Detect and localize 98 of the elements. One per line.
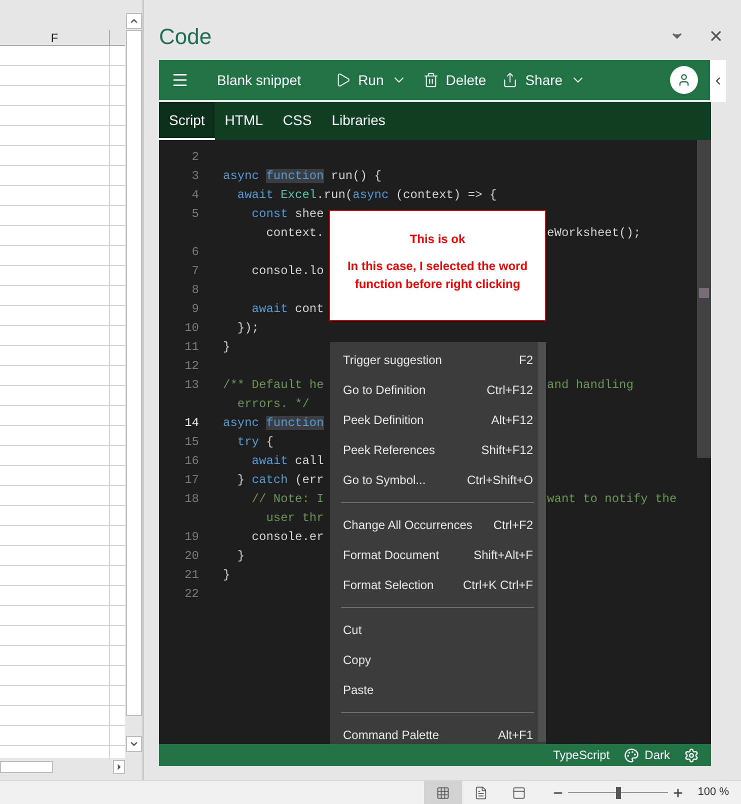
line-number: 8	[192, 283, 199, 297]
cell-grid[interactable]	[0, 46, 125, 758]
horizontal-scroll-thumb[interactable]	[0, 761, 53, 773]
line-number: 14	[184, 416, 199, 430]
menu-item[interactable]: Peek Definition Alt+F12	[343, 405, 536, 435]
code-line: user thr	[265, 511, 324, 525]
menu-item[interactable]: Go to Definition Ctrl+F12	[343, 375, 536, 405]
line-number: 9	[192, 302, 199, 316]
code-line: }	[236, 549, 245, 563]
line-number: 13	[184, 378, 199, 392]
code-line: const shee	[250, 207, 324, 221]
line-number: 12	[184, 359, 199, 373]
tab[interactable]: Script	[159, 102, 215, 140]
menu-item[interactable]: Peek References Shift+F12	[343, 435, 536, 465]
line-number: 6	[192, 245, 199, 259]
zoom-slider[interactable]	[568, 786, 668, 798]
settings-icon[interactable]	[684, 748, 699, 762]
code-line: }	[223, 340, 230, 354]
toolbar-button[interactable]: Run	[335, 70, 407, 90]
play-icon	[335, 72, 352, 88]
code-line: async function	[223, 416, 324, 430]
share-icon	[502, 72, 518, 88]
theme-label[interactable]: Dark	[644, 746, 670, 764]
code-line: await Excel.run(async (context) => {	[236, 188, 497, 202]
normal-view-button[interactable]	[424, 781, 462, 804]
line-number: 22	[184, 587, 199, 601]
scroll-right-button[interactable]	[113, 760, 125, 774]
scroll-up-button[interactable]	[126, 13, 142, 29]
code-line: await call	[250, 454, 324, 468]
toolbar-button[interactable]: Delete	[422, 70, 486, 90]
menu-scrollbar[interactable]	[538, 342, 546, 742]
trash-icon	[422, 72, 439, 88]
tab[interactable]: Libraries	[322, 102, 396, 140]
line-number: 18	[184, 492, 199, 506]
view-icon	[474, 786, 488, 800]
zoom-in-icon[interactable]	[672, 786, 684, 798]
menu-item[interactable]: Format Document Shift+Alt+F	[343, 540, 536, 570]
line-number: 15	[184, 435, 199, 449]
snippet-name: Blank snippet	[217, 70, 302, 90]
editor-scrollbar[interactable]	[697, 140, 711, 458]
code-line: want to notify the	[547, 491, 677, 508]
line-number: 20	[184, 549, 199, 563]
line-number: 11	[184, 340, 199, 354]
line-number: 19	[184, 530, 199, 544]
code-line: errors. */	[236, 397, 310, 411]
tab[interactable]: CSS	[272, 102, 322, 140]
code-line: console.lo	[250, 264, 324, 278]
menu-icon	[171, 71, 189, 89]
pane-title: Code	[159, 22, 212, 50]
callout-text: In this case, I selected the word function before right clicking	[346, 258, 529, 293]
code-line: } catch (err	[236, 473, 324, 487]
callout-title: This is ok	[410, 231, 466, 247]
line-number: 10	[184, 321, 199, 335]
scroll-marker	[699, 288, 709, 298]
menu-item[interactable]: Copy	[343, 645, 536, 675]
menu-item[interactable]: Format Selection Ctrl+K Ctrl+F	[343, 570, 536, 600]
line-number: 7	[192, 264, 199, 278]
tab[interactable]: HTML	[214, 102, 273, 140]
language-label[interactable]: TypeScript	[552, 746, 610, 764]
palette-icon[interactable]	[624, 748, 639, 762]
user-icon	[677, 73, 691, 87]
right-arrow-icon	[115, 763, 123, 771]
line-number: 17	[184, 473, 199, 487]
line-number: 16	[184, 454, 199, 468]
scroll-down-button[interactable]	[126, 736, 142, 752]
menu-item[interactable]: Paste	[343, 675, 536, 705]
column-header[interactable]: F	[0, 30, 110, 45]
zoom-level[interactable]: 100 %	[698, 784, 729, 801]
menu-item[interactable]: Go to Symbol... Ctrl+Shift+O	[343, 465, 536, 495]
code-line: async function run() {	[223, 169, 382, 183]
zoom-thumb[interactable]	[616, 786, 621, 798]
line-number: 3	[192, 169, 199, 183]
avatar-button[interactable]	[670, 66, 698, 94]
line-number: 5	[192, 207, 199, 221]
menu-item[interactable]: Change All Occurrences Ctrl+F2	[343, 510, 536, 540]
code-line: // Note: I	[250, 492, 324, 506]
vertical-scroll-thumb[interactable]	[126, 30, 142, 716]
code-line: });	[236, 321, 260, 335]
close-icon[interactable]	[708, 28, 724, 44]
menu-item[interactable]: Cut	[343, 615, 536, 645]
code-line: context.	[265, 226, 324, 240]
code-editor[interactable]	[159, 140, 711, 744]
menu-button[interactable]	[171, 71, 189, 89]
code-line: eWorksheet();	[547, 225, 641, 242]
code-line: }	[223, 568, 230, 582]
menu-item[interactable]: Command Palette Alt+F1	[343, 720, 536, 744]
code-line: and handling	[547, 377, 634, 394]
line-number: 4	[192, 188, 199, 202]
menu-item[interactable]: Trigger suggestion F2	[343, 345, 536, 375]
code-line: try {	[236, 435, 274, 449]
line-number: 21	[184, 568, 199, 582]
view-icon	[436, 786, 450, 800]
code-line: /** Default he	[223, 378, 324, 392]
code-line: await cont	[250, 302, 324, 316]
toolbar-button[interactable]: Share	[502, 70, 586, 90]
code-line: console.er	[250, 530, 324, 544]
view-icon	[512, 786, 526, 800]
line-number: 2	[192, 150, 199, 164]
